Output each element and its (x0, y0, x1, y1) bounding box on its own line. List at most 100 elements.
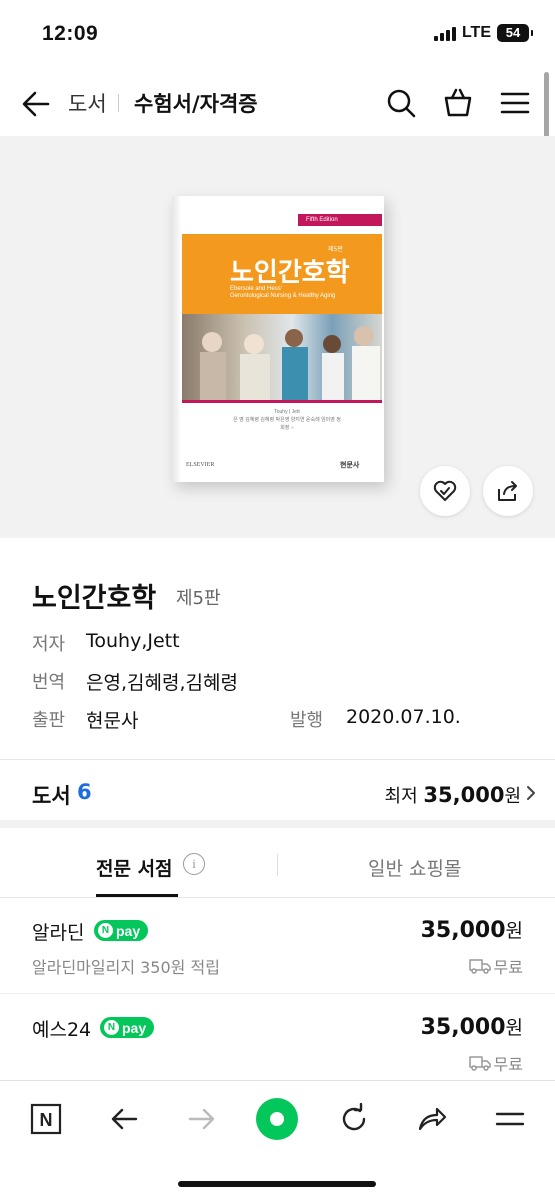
author-value[interactable]: Touhy,Jett (86, 630, 180, 652)
store-price-value: 35,000 (420, 918, 506, 943)
home-indicator[interactable] (178, 1181, 376, 1187)
translator-label: 번역 (32, 672, 66, 693)
shipping-info: 무료 (468, 954, 523, 978)
product-title: 노인간호학 (32, 583, 157, 614)
npay-label: pay (116, 922, 141, 939)
green-dot-icon (256, 1098, 298, 1140)
book-spine (172, 196, 180, 482)
breadcrumb-category[interactable]: 도서 (68, 88, 107, 118)
hamburger-menu-icon (500, 92, 530, 114)
share-arrow-icon (418, 1107, 447, 1131)
naver-n-icon: N (104, 1020, 119, 1035)
npay-label: pay (122, 1019, 147, 1036)
store-price: 35,000원 (421, 916, 523, 943)
tab-general-mall[interactable]: 일반 쇼핑몰 (368, 854, 461, 881)
info-icon[interactable]: i (183, 853, 205, 875)
refresh-icon (342, 1103, 366, 1131)
status-bar: 12:09 LTE 54 (0, 0, 555, 68)
browser-back-button[interactable] (100, 1095, 148, 1143)
cover-title-block: 제5판 노인간호학 Ebersole and Hess' Gerontologi… (182, 234, 382, 314)
breadcrumb-subcategory[interactable]: 수험서/자격증 (134, 88, 258, 118)
publish-date-value: 2020.07.10. (346, 706, 461, 728)
store-price: 35,000원 (421, 1013, 523, 1040)
shipping-label: 무료 (493, 958, 523, 977)
network-label: LTE (461, 24, 491, 41)
menu-button[interactable] (498, 86, 532, 120)
search-button[interactable] (384, 86, 418, 120)
store-tabs: 전문 서점 i 일반 쇼핑몰 (0, 836, 555, 898)
green-dot-button[interactable] (253, 1095, 301, 1143)
active-tab-indicator (96, 894, 178, 897)
cover-edition-banner: Fifth Edition (298, 214, 382, 226)
shipping-info: 무료 (468, 1051, 523, 1075)
breadcrumb-divider (118, 94, 119, 112)
cover-photo (182, 314, 382, 400)
battery-icon: 54 (497, 24, 533, 42)
signal-icon (433, 25, 456, 41)
svg-text:N: N (40, 1110, 53, 1130)
shopping-bag-icon (444, 88, 472, 117)
store-price-value: 35,000 (420, 1015, 506, 1040)
publish-date-label: 발행 (290, 710, 324, 731)
status-indicators: LTE 54 (433, 24, 533, 42)
naver-n-icon: N (98, 923, 113, 938)
publisher-label: 출판 (32, 710, 66, 731)
arrow-left-icon (111, 1108, 138, 1130)
store-name: 예스24 (32, 1019, 92, 1041)
cover-title: 노인간호학 (230, 258, 350, 288)
price-summary-row[interactable]: 도서 6 최저 35,000원 (0, 760, 555, 828)
book-cover-image[interactable]: Fifth Edition 제5판 노인간호학 Ebersole and Hes… (172, 196, 384, 482)
arrow-left-icon (22, 91, 50, 117)
browser-toolbar: N (0, 1080, 555, 1200)
cover-subtitle-line1: Ebersole and Hess' (230, 286, 282, 292)
store-price-currency: 원 (505, 920, 523, 942)
store-row-yes24[interactable]: 예스24 Npay 35,000원 무료 (0, 995, 555, 1091)
arrow-right-icon (188, 1108, 215, 1130)
chevron-right-icon (527, 786, 535, 800)
browser-forward-button[interactable] (178, 1095, 226, 1143)
naver-home-icon: N (30, 1103, 62, 1135)
browser-menu-button[interactable] (486, 1095, 534, 1143)
shipping-label: 무료 (493, 1055, 523, 1074)
truck-icon (468, 959, 491, 974)
cart-button[interactable] (441, 86, 475, 120)
share-icon (498, 481, 517, 501)
store-row-aladin[interactable]: 알라딘 Npay 35,000원 알라딘마일리지 350원 적립 무료 (0, 898, 555, 994)
search-icon (387, 89, 416, 118)
share-button[interactable] (483, 466, 533, 516)
status-time: 12:09 (42, 22, 99, 45)
cover-subtitle-line2: Gerontological Nursing & Healthy Aging (230, 293, 336, 299)
cover-publisher-right: 현문사 (340, 461, 360, 469)
wishlist-button[interactable] (420, 466, 470, 516)
seller-count: 6 (77, 780, 92, 804)
author-label: 저자 (32, 634, 66, 655)
price-summary-label: 도서 (32, 784, 71, 808)
cover-authors: Touhy | Jett 은 영 김혜령 김혜령 박은영 양지연 윤숙례 임미영… (232, 408, 342, 432)
translator-value[interactable]: 은영,김혜령,김혜령 (86, 668, 238, 695)
product-edition: 제5판 (176, 588, 221, 609)
tab-divider (277, 854, 278, 876)
heart-check-icon (433, 480, 457, 501)
store-name: 알라딘 (32, 922, 85, 944)
store-price-currency: 원 (505, 1017, 523, 1039)
cover-subtitle: Ebersole and Hess' Gerontological Nursin… (230, 286, 335, 300)
truck-icon (468, 1056, 491, 1071)
product-info: 노인간호학 제5판 저자 Touhy,Jett 번역 은영,김혜령,김혜령 출판… (0, 538, 555, 760)
cover-divider (182, 400, 382, 403)
lowest-price-value: 35,000 (423, 783, 505, 807)
lowest-price-currency: 원 (504, 786, 521, 807)
npay-badge: Npay (94, 920, 149, 941)
home-button[interactable]: N (22, 1095, 70, 1143)
cover-authors-line2: 은 영 김혜령 김혜령 박은영 양지연 윤숙례 임미영 정희정 ○ (233, 417, 341, 431)
product-image-area: Fifth Edition 제5판 노인간호학 Ebersole and Hes… (0, 136, 555, 538)
menu-lines-icon (495, 1112, 525, 1126)
share-page-button[interactable] (408, 1095, 456, 1143)
cover-publisher-left: ELSEVIER (186, 462, 215, 468)
publisher-value[interactable]: 현문사 (86, 706, 138, 733)
refresh-button[interactable] (330, 1095, 378, 1143)
cover-authors-line1: Touhy | Jett (274, 409, 300, 415)
back-button[interactable] (18, 86, 54, 122)
cover-photo-figures (200, 326, 380, 400)
store-benefit: 알라딘마일리지 350원 적립 (32, 958, 220, 977)
tab-specialty-bookstore[interactable]: 전문 서점 (96, 854, 173, 881)
